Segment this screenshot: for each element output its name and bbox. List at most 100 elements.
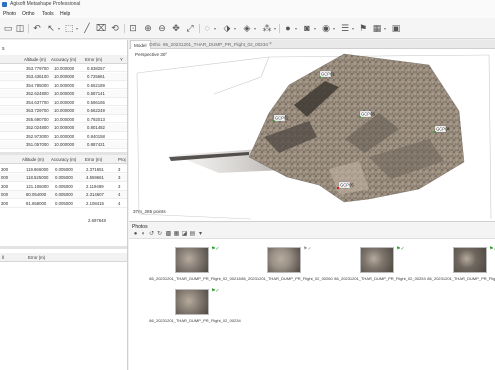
photo-caption: 86_20231201_THAR_DUMP_PR_Flight_02_00234 <box>149 318 241 323</box>
image-icon[interactable]: ▣ <box>391 23 401 33</box>
table-row[interactable]: 000 80.054000 0.005000 2.314607 4 <box>0 190 127 200</box>
rotate-left-icon[interactable]: ↺ <box>148 231 155 238</box>
model-viewport[interactable]: Perspective 30° GCP01 GCP02 GCP03 GCP04 … <box>129 49 495 221</box>
total-error: 2.697648 <box>88 217 106 223</box>
table-cell: 10.000000 <box>54 99 75 105</box>
col-scalebar-error[interactable]: Error (m) <box>28 255 45 260</box>
flag-icon: ⚑✓ <box>211 288 220 294</box>
table-cell: 0.005000 <box>55 200 73 206</box>
table-row[interactable]: 355.690700 10.000000 0.792013 <box>0 115 127 124</box>
reset-icon[interactable]: ◐ <box>140 231 147 238</box>
table-cell: 0.587141 <box>87 91 105 97</box>
table-row[interactable]: 353.779700 10.000000 0.838257 <box>0 64 127 73</box>
table-cell: 2.371651 <box>86 166 104 172</box>
zoom-in-icon[interactable]: ⊕ <box>143 23 153 33</box>
model-canvas[interactable]: GCP01 GCP02 GCP03 GCP04 GCP05 <box>129 49 495 221</box>
open-icon[interactable]: ▭ <box>3 23 13 33</box>
resize-region-icon[interactable]: ⬗ <box>222 23 236 33</box>
rotate-object-icon[interactable]: ◌ <box>202 23 216 33</box>
marker-icon[interactable]: ⚑ <box>358 23 368 33</box>
table-cell: 10.000000 <box>54 116 75 122</box>
col-scalebar-name[interactable]: ll <box>2 255 4 260</box>
view-dropdown-icon[interactable]: ▾ <box>197 231 204 238</box>
svg-text:GCP02: GCP02 <box>275 115 289 120</box>
svg-text:GCP01: GCP01 <box>321 71 335 76</box>
table-cell: 80.054000 <box>26 192 47 198</box>
table-row[interactable]: 300 119.866000 0.005000 2.371651 3 <box>0 165 127 174</box>
save-icon[interactable]: ◫ <box>15 23 25 33</box>
table-cell: 351.057000 <box>26 142 49 148</box>
col-marker-altitude[interactable]: Altitude (m) <box>22 157 44 162</box>
menu-ortho[interactable]: Ortho <box>22 11 35 17</box>
details-icon[interactable]: ◪ <box>181 231 188 238</box>
photo-thumbnail[interactable]: ⚑✓ 86_20231201_THAR_DUMP_PR_Flight_02_002… <box>425 243 495 288</box>
col-y[interactable]: Y <box>120 57 123 62</box>
photo-image <box>453 247 487 273</box>
table-cell: 4 <box>118 192 121 198</box>
col-accuracy[interactable]: Accuracy (m) <box>51 57 76 62</box>
col-altitude[interactable]: Altitude (m) <box>24 57 46 62</box>
menu-photo[interactable]: Photo <box>3 11 16 17</box>
rotate-icon[interactable]: ⟲ <box>110 23 120 33</box>
col-marker-accuracy[interactable]: Accuracy (m) <box>51 157 76 162</box>
remove-camera-icon[interactable]: ● <box>132 231 139 238</box>
list-icon[interactable]: ☰ <box>340 23 354 33</box>
table-row[interactable]: 353.729700 10.000000 0.662249 <box>0 106 127 115</box>
col-marker-error[interactable]: Error (m) <box>85 157 102 162</box>
col-error[interactable]: Error (m) <box>85 57 102 62</box>
rotate-region-icon[interactable]: ◈ <box>242 23 256 33</box>
table-cell: 354.785000 <box>26 82 49 88</box>
title-bar: Agisoft Metashape Professional <box>0 0 495 9</box>
table-cell: 354.637700 <box>26 99 49 105</box>
move-icon[interactable]: ✥ <box>171 23 181 33</box>
table-cell: 119.866000 <box>26 166 49 172</box>
table-row[interactable]: 300 81.658000 0.005000 2.108415 4 <box>0 199 127 208</box>
cameras-table-header: Altitude (m) Accuracy (m) Error (m) Y <box>0 55 127 64</box>
table-cell: 10.000000 <box>54 142 75 148</box>
undo-icon[interactable]: ↶ <box>32 23 42 33</box>
zoom-out-icon[interactable]: ⊖ <box>157 23 167 33</box>
photo-thumbnail[interactable]: ⚑✓ 86_20231201_THAR_DUMP_PR_Flight_02_002… <box>147 243 240 288</box>
table-row[interactable]: 353.436100 10.000000 0.725661 <box>0 72 127 81</box>
crop-icon[interactable]: ⌧ <box>96 23 106 33</box>
table-cell: 4 <box>118 200 121 206</box>
close-tab-icon[interactable]: × <box>269 41 272 47</box>
table-row[interactable]: 352.624800 10.000000 0.587141 <box>0 89 127 98</box>
table-cell: 0.005000 <box>55 192 73 198</box>
rotate-right-icon[interactable]: ↻ <box>156 231 163 238</box>
col-marker-proj[interactable]: Proj <box>118 157 126 162</box>
ruler-icon[interactable]: ╱ <box>82 23 92 33</box>
shading-icon[interactable]: ◉ <box>321 23 335 33</box>
tab-photo[interactable]: 86_20231201_THAR_DUMP_PR_Flight_02_00234 <box>160 40 271 49</box>
table-row[interactable]: 351.057000 10.000000 0.887421 <box>0 140 127 149</box>
camera-icon[interactable]: ◙ <box>302 23 316 33</box>
table-row[interactable]: 352.024800 10.000000 0.801482 <box>0 123 127 132</box>
model-icon[interactable]: ● <box>283 23 297 33</box>
pane-splitter-2[interactable] <box>0 246 127 249</box>
navigation-icon[interactable]: ↖ <box>46 23 60 33</box>
fit-view-icon[interactable]: ⤢ <box>185 23 195 33</box>
photo-thumbnail[interactable]: ⚑✓ 86_20231201_THAR_DUMP_PR_Flight_02_002… <box>147 285 240 330</box>
region-icon[interactable]: ⊡ <box>128 23 138 33</box>
photos-pane-header: Photos <box>129 221 495 230</box>
table-row[interactable]: 352.973000 10.000000 0.840158 <box>0 132 127 141</box>
table-cell: 81.658000 <box>26 200 47 206</box>
menu-help[interactable]: Help <box>60 11 70 17</box>
table-row[interactable]: 354.785000 10.000000 0.652189 <box>0 81 127 90</box>
select-icon[interactable]: ⬚ <box>64 23 78 33</box>
shape-icon[interactable]: ▦ <box>372 23 386 33</box>
table-row[interactable]: 300 121.106000 0.005000 2.119499 3 <box>0 182 127 191</box>
table-row[interactable]: 000 118.525000 0.005000 4.559661 3 <box>0 173 127 182</box>
filter-icon[interactable]: ▤ <box>189 231 196 238</box>
flag-icon: ⚑✓ <box>396 246 405 252</box>
table-row[interactable]: 354.637700 10.000000 0.566165 <box>0 98 127 107</box>
grid-icon[interactable]: ▦ <box>173 231 180 238</box>
menu-tools[interactable]: Tools <box>42 11 54 17</box>
photo-image <box>360 247 394 273</box>
photos-toolbar: ● ◐ ↺ ↻ ▩ ▦ ◪ ▤ ▾ <box>129 230 495 239</box>
dense-cloud-icon[interactable]: ⁂ <box>262 23 277 33</box>
photo-thumbnail[interactable]: ⚑✓ 86_20231201_THAR_DUMP_PR_Flight_02_002… <box>239 243 332 288</box>
zoom-in-photo-icon[interactable]: ▩ <box>165 231 172 238</box>
photo-thumbnail[interactable]: ⚑✓ 86_20231201_THAR_DUMP_PR_Flight_02_002… <box>332 243 425 288</box>
menu-bar: Photo Ortho Tools Help <box>0 9 495 18</box>
